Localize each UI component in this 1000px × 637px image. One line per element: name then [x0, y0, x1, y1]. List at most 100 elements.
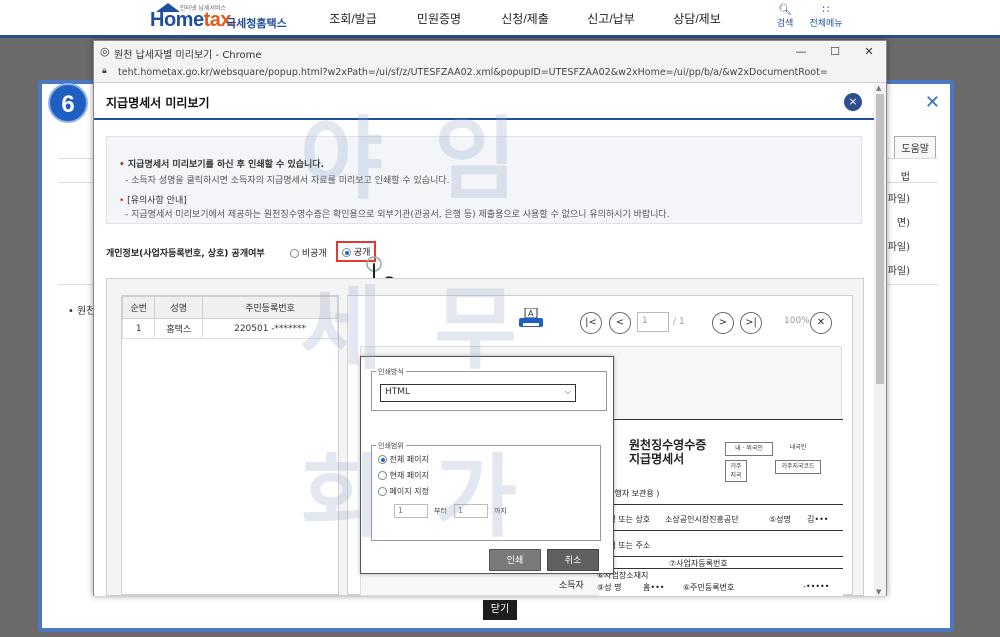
close-window-icon[interactable]: ✕ [852, 41, 886, 63]
range-option-current[interactable]: 현재 페이지 [378, 470, 429, 481]
print-range-legend: 인쇄범위 [376, 441, 406, 451]
page-number-input[interactable]: 1 [637, 312, 669, 332]
document-rule [599, 556, 843, 557]
prev-page-button[interactable]: < [609, 312, 631, 334]
print-method-select[interactable]: HTML ⌵ [380, 384, 576, 402]
nav-item-apply[interactable]: 신청/제출 [482, 10, 568, 27]
table-row: 면) [896, 218, 910, 229]
zoom-level[interactable]: 100% [784, 316, 810, 326]
range-option-all[interactable]: 전체 페이지 [378, 454, 429, 465]
info-line: • 지급명세서 미리보기를 하신 후 인쇄할 수 있습니다. [119, 160, 324, 170]
header-all-menu-button[interactable]: ∷ 전체메뉴 [804, 3, 848, 30]
document-field: 거주 지국 [725, 460, 747, 482]
address-bar[interactable]: 🔒︎ teht.hometax.go.kr/websquare/popup.ht… [94, 63, 886, 83]
privacy-label: 개인정보(사업자등록번호, 상호) 공개여부 [106, 249, 265, 259]
minimize-icon[interactable]: — [784, 41, 818, 63]
page-to-input[interactable]: 1 [454, 504, 488, 518]
radio-public[interactable] [342, 248, 351, 257]
step-badge: 6 [48, 83, 88, 123]
background-close-icon[interactable]: ✕ [925, 92, 940, 113]
header-search-button[interactable]: 🔍︎ 검색 [772, 3, 798, 30]
info-line: - 소득자 성명을 클릭하시면 소득자의 지급명세서 자료를 미리보고 인쇄할 … [125, 176, 450, 186]
earner-list: 순번 성명 주민등록번호 1 홈택스 220501 -******* [121, 295, 339, 595]
table-row[interactable]: 1 홈택스 220501 -******* [121, 318, 338, 339]
cancel-button[interactable]: 취소 [547, 549, 599, 571]
print-method-legend: 인쇄방식 [376, 367, 406, 377]
top-nav: 조회/발급 민원증명 신청/제출 신고/납부 상담/제보 [310, 10, 740, 27]
range-option-specify[interactable]: 페이지 지정 [378, 486, 429, 497]
scroll-thumb[interactable] [876, 94, 884, 384]
document-rule [599, 504, 843, 505]
row-number: 1 [121, 318, 156, 339]
resident-number: 220501 -******* [202, 318, 338, 339]
document-field: 소상공인시장진흥공단 [665, 515, 739, 524]
search-icon: 🔍︎ [778, 3, 792, 16]
print-method-group: 인쇄방식 HTML ⌵ [371, 367, 607, 411]
document-field: 거주지국코드 [775, 460, 821, 474]
earner-name-link[interactable]: 홈택스 [154, 318, 204, 339]
privacy-option-private[interactable]: 비공개 [290, 246, 327, 259]
document-field: ⑨성 명 [597, 583, 622, 592]
column-header: 순번 [121, 296, 156, 319]
radio-current[interactable] [378, 471, 387, 480]
bottom-close-button[interactable]: 닫기 [483, 600, 517, 620]
document-field: 김••• [807, 515, 829, 524]
grid-menu-icon: ∷ [822, 3, 830, 16]
document-field: 내 · 외국인 [725, 442, 773, 456]
document-field: 소득자 [559, 581, 584, 591]
print-button[interactable]: 인쇄 [489, 549, 541, 571]
url-text: teht.hometax.go.kr/websquare/popup.html?… [118, 67, 828, 78]
print-range-group: 인쇄범위 전체 페이지 현재 페이지 페이지 지정 1 부터 1 까지 [371, 441, 601, 541]
last-page-button[interactable]: >| [740, 312, 762, 334]
note-text: • 원천 [68, 306, 96, 317]
site-header: 인터넷 납세서비스 Hometax. 국세청홈택스 조회/발급 민원증명 신청/… [0, 0, 1000, 38]
first-page-button[interactable]: |< [580, 312, 602, 334]
document-rule [599, 568, 843, 569]
from-label: 부터 [434, 507, 447, 515]
document-title: 원천징수영수증 지급명세서 [629, 438, 707, 466]
document-field: ⑤성명 [769, 515, 791, 524]
chevron-down-icon: ⌵ [564, 387, 571, 396]
logo-subtitle: 국세청홈택스 [226, 17, 287, 30]
to-label: 까지 [494, 507, 507, 515]
lock-icon: 🔒︎ [102, 66, 107, 76]
popup-title: 지급명세서 미리보기 [106, 96, 210, 110]
popup-scrollbar[interactable]: ▲ ▼ [874, 84, 886, 596]
window-titlebar[interactable]: ◎ 원천 납세자별 미리보기 - Chrome — ☐ ✕ [94, 41, 886, 63]
window-controls: — ☐ ✕ [784, 41, 886, 63]
page-total: / 1 [673, 317, 685, 327]
close-viewer-icon[interactable]: ✕ [810, 312, 832, 334]
nav-item-consult[interactable]: 상담/제보 [654, 10, 740, 27]
radio-specify[interactable] [378, 487, 387, 496]
nav-item-certificate[interactable]: 민원증명 [396, 10, 482, 27]
radio-private[interactable] [290, 249, 299, 258]
info-box: • 지급명세서 미리보기를 하신 후 인쇄할 수 있습니다. - 소득자 성명을… [106, 136, 862, 224]
column-header: 성명 [154, 296, 204, 319]
page-from-input[interactable]: 1 [394, 504, 428, 518]
document-rule [599, 530, 843, 531]
document-field: ⑥주민등록번호 [683, 583, 735, 592]
info-line: • [유의사항 안내] [119, 196, 187, 206]
radio-all[interactable] [378, 455, 387, 464]
document-page: 원천징수영수증 지급명세서 내 · 외국인 내국인 거주 지국 거주지국코드 발행… [559, 419, 843, 596]
next-page-button[interactable]: > [712, 312, 734, 334]
earner-table: 순번 성명 주민등록번호 1 홈택스 220501 -******* [121, 296, 338, 339]
scroll-down-icon[interactable]: ▼ [876, 588, 881, 596]
maximize-icon[interactable]: ☐ [818, 41, 852, 63]
hometax-logo[interactable]: 인터넷 납세서비스 Hometax. 국세청홈택스 [150, 3, 290, 35]
title-divider [94, 118, 874, 120]
help-button[interactable]: 도움말 [894, 136, 936, 159]
column-header: 주민등록번호 [202, 296, 338, 319]
column-header: 법 [900, 172, 910, 183]
popup-close-button[interactable]: × [844, 93, 862, 111]
print-options-dialog: 인쇄방식 HTML ⌵ 인쇄범위 전체 페이지 현재 페이지 페이지 지정 1 … [360, 356, 614, 574]
viewer-toolbar: A |< < 1 / 1 > >| 100% ✕ [348, 296, 852, 342]
print-icon[interactable]: A [518, 308, 544, 330]
document-field: 내국인 [789, 444, 807, 451]
scroll-up-icon[interactable]: ▲ [876, 84, 881, 92]
nav-item-inquiry[interactable]: 조회/발급 [310, 10, 396, 27]
document-field: 홈••• [643, 583, 665, 592]
window-title: 원천 납세자별 미리보기 - Chrome [114, 50, 262, 61]
globe-icon: ◎ [100, 45, 110, 58]
nav-item-report[interactable]: 신고/납부 [568, 10, 654, 27]
